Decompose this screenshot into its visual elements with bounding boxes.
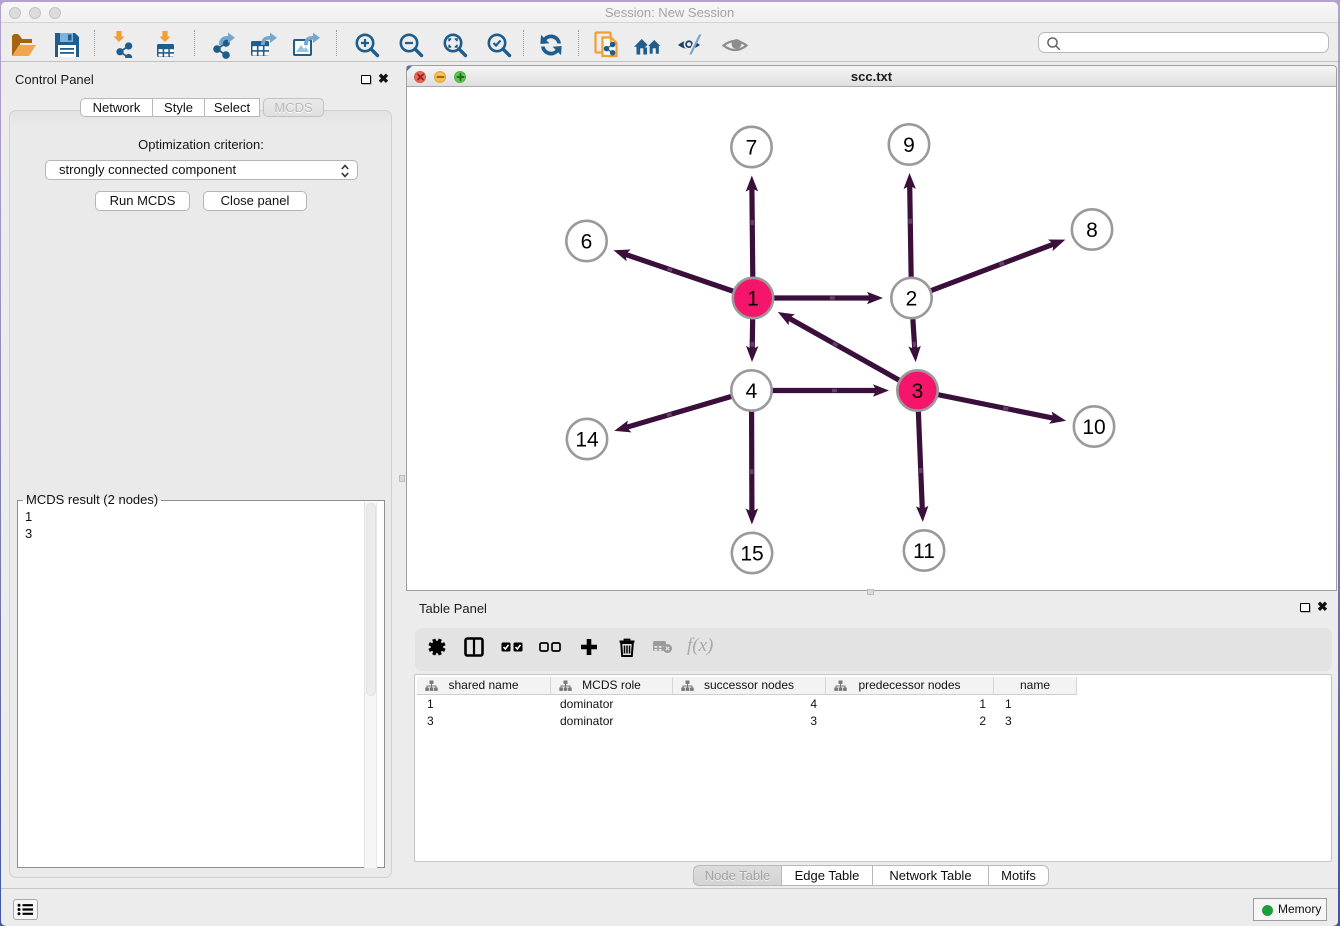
svg-text:10: 10 — [1082, 415, 1105, 438]
svg-text:1: 1 — [747, 287, 759, 310]
svg-text:14: 14 — [575, 428, 599, 451]
svg-text:6: 6 — [581, 230, 593, 253]
svg-text:3: 3 — [912, 379, 924, 402]
svg-text:4: 4 — [746, 379, 758, 402]
svg-text:11: 11 — [913, 539, 935, 562]
svg-text:2: 2 — [906, 287, 918, 310]
svg-text:15: 15 — [740, 542, 763, 565]
svg-text:9: 9 — [903, 133, 915, 156]
svg-text:7: 7 — [746, 136, 758, 159]
svg-text:8: 8 — [1086, 218, 1098, 241]
